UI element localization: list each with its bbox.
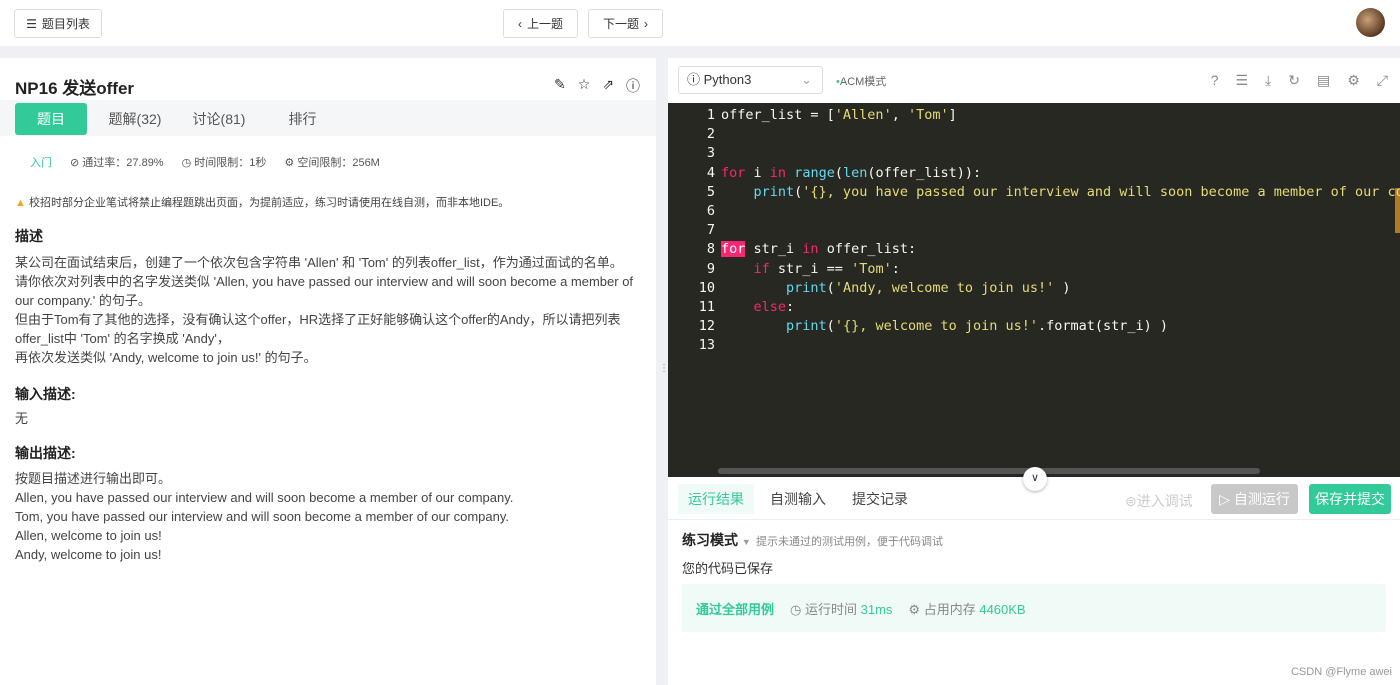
line-number: 7 bbox=[706, 222, 715, 239]
input-text: 无 bbox=[15, 411, 29, 426]
tab-run-result[interactable]: 运行结果 bbox=[678, 484, 754, 514]
watermark: CSDN @Flyme awei bbox=[1290, 666, 1392, 678]
star-icon[interactable]: ☆ bbox=[578, 76, 591, 96]
code-line: print('{}, you have passed our interview… bbox=[753, 183, 1400, 200]
pass-rate: ⊘ 通过率：27.89% bbox=[70, 157, 164, 169]
info-icon: ⓘ bbox=[687, 72, 701, 87]
line-number: 1 bbox=[706, 107, 715, 123]
line-number: 3 bbox=[706, 145, 715, 162]
tab-submissions[interactable]: 提交记录 bbox=[842, 484, 918, 514]
mode-hint: 提示未通过的测试用例，便于代码调试 bbox=[756, 536, 943, 548]
problem-title: NP16 发送offer bbox=[15, 79, 135, 98]
code-line: else: bbox=[753, 299, 795, 315]
input-heading: 输入描述: bbox=[15, 386, 76, 402]
warning-notice: ▲ 校招时部分企业笔试将禁止编程题跳出页面，为提前适应，练习时请使用在线自测，而… bbox=[15, 197, 510, 209]
line-number: 8 bbox=[706, 241, 715, 258]
line-number: 6 bbox=[706, 203, 715, 219]
help-icon[interactable]: ? bbox=[1211, 72, 1219, 89]
check-circle-icon: ⊘ bbox=[70, 157, 80, 169]
run-button[interactable]: ▷ 自测运行 bbox=[1211, 484, 1298, 514]
edit-icon[interactable]: ✎ bbox=[554, 76, 566, 96]
code-editor[interactable]: 1 offer_list = ['Allen', 'Tom'] 2 3 4 for i i… bbox=[668, 103, 1400, 477]
problem-tabs: 题目 题解(32) 讨论(81) 排行 bbox=[0, 100, 656, 136]
problem-list-button[interactable]: ☰ 题目列表 bbox=[14, 9, 102, 38]
line-number: 12 bbox=[698, 318, 715, 335]
caret-down-icon: ▼ bbox=[741, 537, 751, 547]
description-text: 某公司在面试结束后，创建了一个依次包含字符串 'Allen' 和 'Tom' 的… bbox=[15, 255, 634, 365]
code-line: print('Andy, welcome to join us!' ) bbox=[786, 279, 1071, 296]
chip-icon: ⚙ bbox=[284, 157, 295, 169]
reset-icon[interactable]: ↻ bbox=[1288, 72, 1300, 89]
tab-ranking[interactable]: 排行 bbox=[275, 103, 330, 135]
calendar-icon[interactable]: ▤ bbox=[1317, 72, 1330, 89]
prev-problem-button[interactable]: ‹ 上一题 bbox=[503, 9, 578, 38]
chip-icon: ⚙ bbox=[908, 601, 921, 617]
list-icon: ☰ bbox=[26, 16, 37, 31]
tab-solutions[interactable]: 题解(32) bbox=[100, 103, 170, 135]
chevron-down-icon: ⌄ bbox=[801, 72, 812, 87]
result-tabs: 运行结果 自测输入 提交记录 ⊜进入调试 ▷ 自测运行 保存并提交 bbox=[668, 478, 1400, 520]
output-text: 按题目描述进行输出即可。 Allen, you have passed our i… bbox=[15, 471, 514, 562]
language-select[interactable]: ⓘ Python3 ⌄ bbox=[678, 66, 823, 94]
report-icon[interactable]: ⓘ bbox=[626, 76, 640, 96]
space-limit: ⚙ 空间限制：256M bbox=[284, 157, 380, 169]
chevron-left-icon: ‹ bbox=[517, 16, 522, 31]
result-summary: 通过全部用例 ◷ 运行时间 31ms ⚙ 占用内存 4460KB bbox=[682, 584, 1386, 632]
line-number: 9 bbox=[706, 260, 715, 277]
difficulty-badge: 入门 bbox=[30, 157, 52, 169]
line-number: 11 bbox=[698, 299, 715, 315]
line-number: 5 bbox=[706, 183, 715, 200]
line-number: 10 bbox=[698, 279, 715, 296]
acm-mode-label: •ACM模式 bbox=[836, 76, 887, 88]
line-number: 2 bbox=[706, 126, 715, 143]
bug-icon: ⊜ bbox=[1125, 493, 1137, 509]
top-bar: ☰ 题目列表 ‹ 上一题 下一题 › bbox=[0, 0, 1400, 46]
line-number: 4 bbox=[706, 164, 715, 181]
practice-mode-select[interactable]: 练习模式 ▼ bbox=[682, 530, 751, 550]
clock-icon: ◷ bbox=[790, 601, 802, 617]
horizontal-scrollbar[interactable] bbox=[718, 468, 1260, 474]
saved-message: 您的代码已保存 bbox=[682, 561, 774, 576]
output-heading: 输出描述: bbox=[15, 445, 76, 461]
code-line: offer_list = ['Allen', 'Tom'] bbox=[721, 107, 957, 123]
time-limit: ◷ 时间限制：1秒 bbox=[181, 157, 267, 169]
submit-button[interactable]: 保存并提交 bbox=[1309, 484, 1391, 514]
tab-problem[interactable]: 题目 bbox=[15, 103, 87, 135]
debug-button[interactable]: ⊜进入调试 bbox=[1125, 491, 1193, 511]
warning-icon: ▲ bbox=[15, 197, 26, 209]
panel-resize-handle[interactable]: ⋮ bbox=[656, 58, 669, 685]
settings-icon[interactable]: ⚙ bbox=[1347, 72, 1360, 89]
list-icon[interactable]: ☰ bbox=[1236, 72, 1249, 89]
chevron-right-icon: › bbox=[644, 16, 648, 31]
next-problem-button[interactable]: 下一题 › bbox=[588, 9, 663, 38]
editor-panel: ⓘ Python3 ⌄ •ACM模式 ? ☰ ⤓ ↻ ▤ ⚙ ⤢ 1 offer_l… bbox=[668, 58, 1400, 685]
code-line: for str_i in offer_list: bbox=[721, 241, 917, 258]
code-line: if str_i == 'Tom': bbox=[753, 260, 900, 277]
fullscreen-icon[interactable]: ⤢ bbox=[1377, 72, 1388, 89]
share-icon[interactable]: ⇗ bbox=[602, 76, 614, 96]
line-number: 13 bbox=[698, 337, 715, 354]
code-line: print('{}, welcome to join us!'.format(s… bbox=[786, 318, 1169, 335]
problem-panel: NP16 发送offer ✎ ☆ ⇗ ⓘ 题目 题解(32) 讨论(81) 排行… bbox=[0, 58, 656, 685]
tab-custom-input[interactable]: 自测输入 bbox=[760, 484, 836, 514]
avatar[interactable] bbox=[1356, 8, 1385, 37]
tab-discussion[interactable]: 讨论(81) bbox=[183, 103, 255, 135]
clock-icon: ◷ bbox=[181, 157, 192, 169]
download-icon[interactable]: ⤓ bbox=[1265, 72, 1271, 89]
play-icon: ▷ bbox=[1219, 491, 1230, 507]
code-line: for i in range(len(offer_list)): bbox=[721, 164, 982, 181]
description-heading: 描述 bbox=[15, 228, 43, 244]
result-status: 通过全部用例 bbox=[696, 601, 775, 617]
